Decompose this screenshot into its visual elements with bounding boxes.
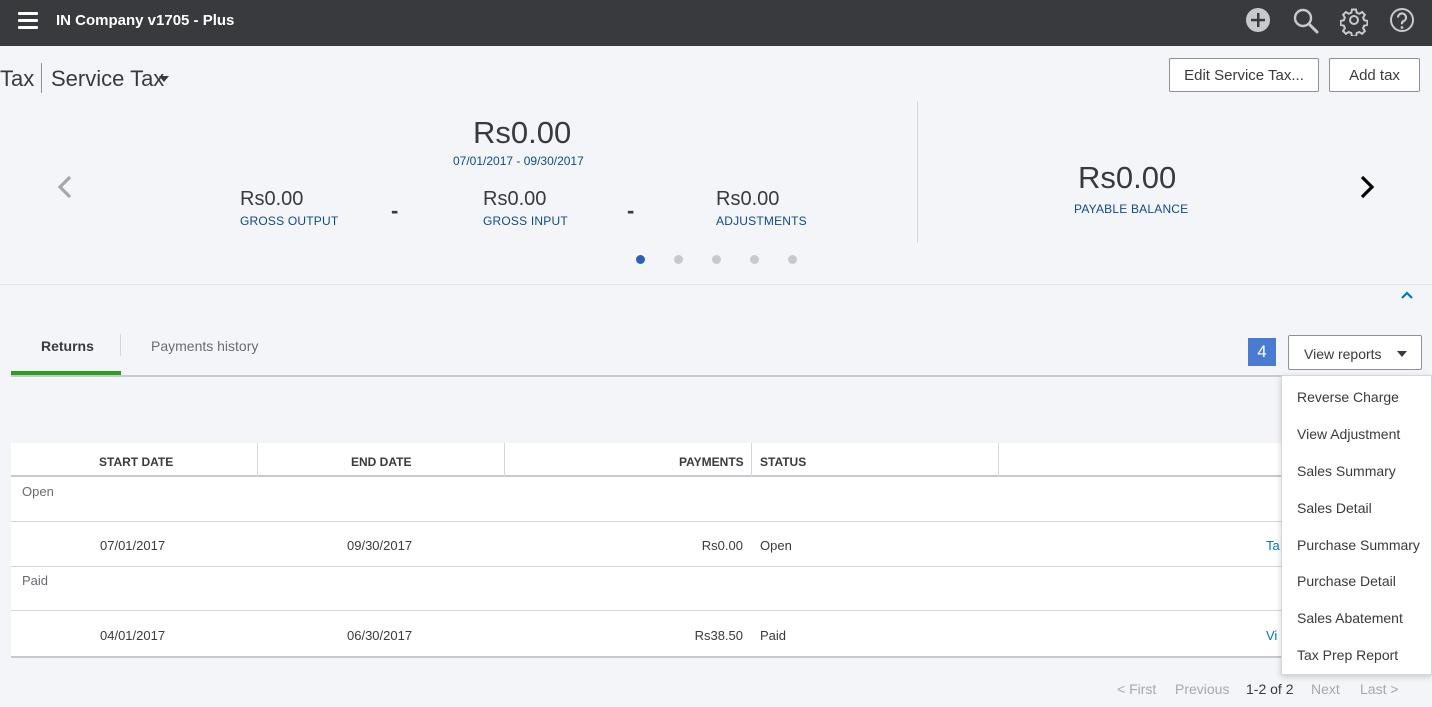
menu-item-view-adjustment[interactable]: View Adjustment bbox=[1282, 415, 1432, 452]
group-label-paid: Paid bbox=[22, 573, 49, 588]
company-name: IN Company v1705 - Plus bbox=[56, 12, 235, 29]
chevron-up-icon[interactable] bbox=[1400, 290, 1414, 300]
returns-table: START DATE END DATE PAYMENTS STATUS Open… bbox=[11, 443, 1432, 658]
section-divider bbox=[0, 284, 1432, 285]
edit-service-tax-button[interactable]: Edit Service Tax... bbox=[1169, 58, 1319, 92]
pagination-next[interactable]: Next bbox=[1311, 681, 1340, 697]
gear-icon[interactable] bbox=[1340, 8, 1368, 36]
table-header-row: START DATE END DATE PAYMENTS STATUS bbox=[11, 443, 1432, 477]
row-divider bbox=[11, 656, 1432, 658]
search-icon[interactable] bbox=[1292, 8, 1320, 36]
step-badge: 4 bbox=[1248, 338, 1276, 366]
summary-divider bbox=[917, 101, 918, 243]
start-date-cell: 04/01/2017 bbox=[100, 628, 166, 643]
row-divider bbox=[11, 521, 1432, 522]
net-tax-amount: Rs0.00 bbox=[473, 115, 572, 150]
end-date-cell: 06/30/2017 bbox=[347, 628, 413, 643]
carousel-dot-4[interactable] bbox=[750, 255, 759, 264]
tab-payments-history[interactable]: Payments history bbox=[151, 338, 258, 354]
payable-balance-label: PAYABLE BALANCE bbox=[1074, 202, 1189, 216]
carousel-dot-1[interactable] bbox=[636, 255, 645, 264]
menu-item-purchase-detail[interactable]: Purchase Detail bbox=[1282, 562, 1432, 599]
tax-period: 07/01/2017 - 09/30/2017 bbox=[453, 154, 584, 168]
group-label-open: Open bbox=[22, 484, 54, 499]
chevron-left-icon[interactable] bbox=[54, 174, 76, 200]
gross-output-label: GROSS OUTPUT bbox=[240, 214, 339, 228]
active-tab-indicator bbox=[11, 371, 121, 375]
tab-returns[interactable]: Returns bbox=[41, 338, 94, 354]
column-header-status[interactable]: STATUS bbox=[760, 455, 806, 469]
payments-cell: Rs38.50 bbox=[694, 628, 743, 643]
create-plus-icon[interactable] bbox=[1244, 8, 1272, 36]
adjustments-value: Rs0.00 bbox=[716, 188, 780, 210]
status-cell: Paid bbox=[760, 628, 787, 643]
pagination-range: 1-2 of 2 bbox=[1246, 681, 1294, 697]
view-reports-menu: Reverse Charge View Adjustment Sales Sum… bbox=[1281, 375, 1432, 675]
menu-item-tax-prep-report[interactable]: Tax Prep Report bbox=[1282, 636, 1432, 673]
row-divider bbox=[11, 566, 1432, 567]
caret-down-icon bbox=[1397, 351, 1407, 357]
carousel-dot-3[interactable] bbox=[712, 255, 721, 264]
view-reports-button[interactable]: View reports bbox=[1288, 335, 1422, 370]
title-divider bbox=[41, 63, 42, 93]
gross-input-value: Rs0.00 bbox=[483, 188, 547, 210]
payable-balance-value: Rs0.00 bbox=[1078, 160, 1177, 195]
carousel-dot-5[interactable] bbox=[788, 255, 797, 264]
menu-item-purchase-summary[interactable]: Purchase Summary bbox=[1282, 526, 1432, 563]
row-divider bbox=[11, 610, 1432, 611]
column-divider bbox=[257, 443, 258, 477]
gross-output-value: Rs0.00 bbox=[240, 188, 304, 210]
add-tax-button[interactable]: Add tax bbox=[1329, 58, 1420, 92]
page-title: Tax bbox=[0, 66, 35, 91]
tax-agency-selector[interactable]: Service Tax bbox=[51, 66, 164, 92]
caret-down-icon[interactable] bbox=[159, 76, 169, 82]
pagination-last[interactable]: Last > bbox=[1360, 681, 1399, 697]
tab-divider bbox=[120, 334, 121, 356]
pagination-first[interactable]: < First bbox=[1117, 681, 1156, 697]
minus-operator: - bbox=[627, 198, 635, 223]
status-cell: Open bbox=[760, 538, 792, 553]
minus-operator: - bbox=[391, 198, 399, 223]
gross-input-label: GROSS INPUT bbox=[483, 214, 568, 228]
view-reports-label: View reports bbox=[1304, 346, 1382, 362]
column-header-payments[interactable]: PAYMENTS bbox=[679, 455, 744, 469]
menu-item-sales-abatement[interactable]: Sales Abatement bbox=[1282, 599, 1432, 636]
chevron-right-icon[interactable] bbox=[1356, 174, 1378, 200]
end-date-cell: 09/30/2017 bbox=[347, 538, 413, 553]
column-divider bbox=[504, 443, 505, 477]
column-divider bbox=[751, 443, 752, 477]
menu-item-sales-detail[interactable]: Sales Detail bbox=[1282, 489, 1432, 526]
start-date-cell: 07/01/2017 bbox=[100, 538, 166, 553]
payments-cell: Rs0.00 bbox=[701, 538, 743, 553]
menu-item-reverse-charge[interactable]: Reverse Charge bbox=[1282, 378, 1432, 415]
column-divider bbox=[998, 443, 999, 477]
menu-icon[interactable] bbox=[18, 12, 38, 30]
menu-item-sales-summary[interactable]: Sales Summary bbox=[1282, 452, 1432, 489]
tabs-baseline bbox=[11, 375, 1432, 377]
column-header-start-date[interactable]: START DATE bbox=[99, 455, 173, 469]
row-action-link[interactable]: Vi bbox=[1266, 628, 1277, 643]
adjustments-label: ADJUSTMENTS bbox=[716, 214, 807, 228]
carousel-dot-2[interactable] bbox=[674, 255, 683, 264]
pagination-previous[interactable]: Previous bbox=[1175, 681, 1229, 697]
help-icon[interactable] bbox=[1388, 8, 1416, 36]
top-navigation-bar: IN Company v1705 - Plus bbox=[0, 0, 1432, 46]
column-header-end-date[interactable]: END DATE bbox=[351, 455, 411, 469]
